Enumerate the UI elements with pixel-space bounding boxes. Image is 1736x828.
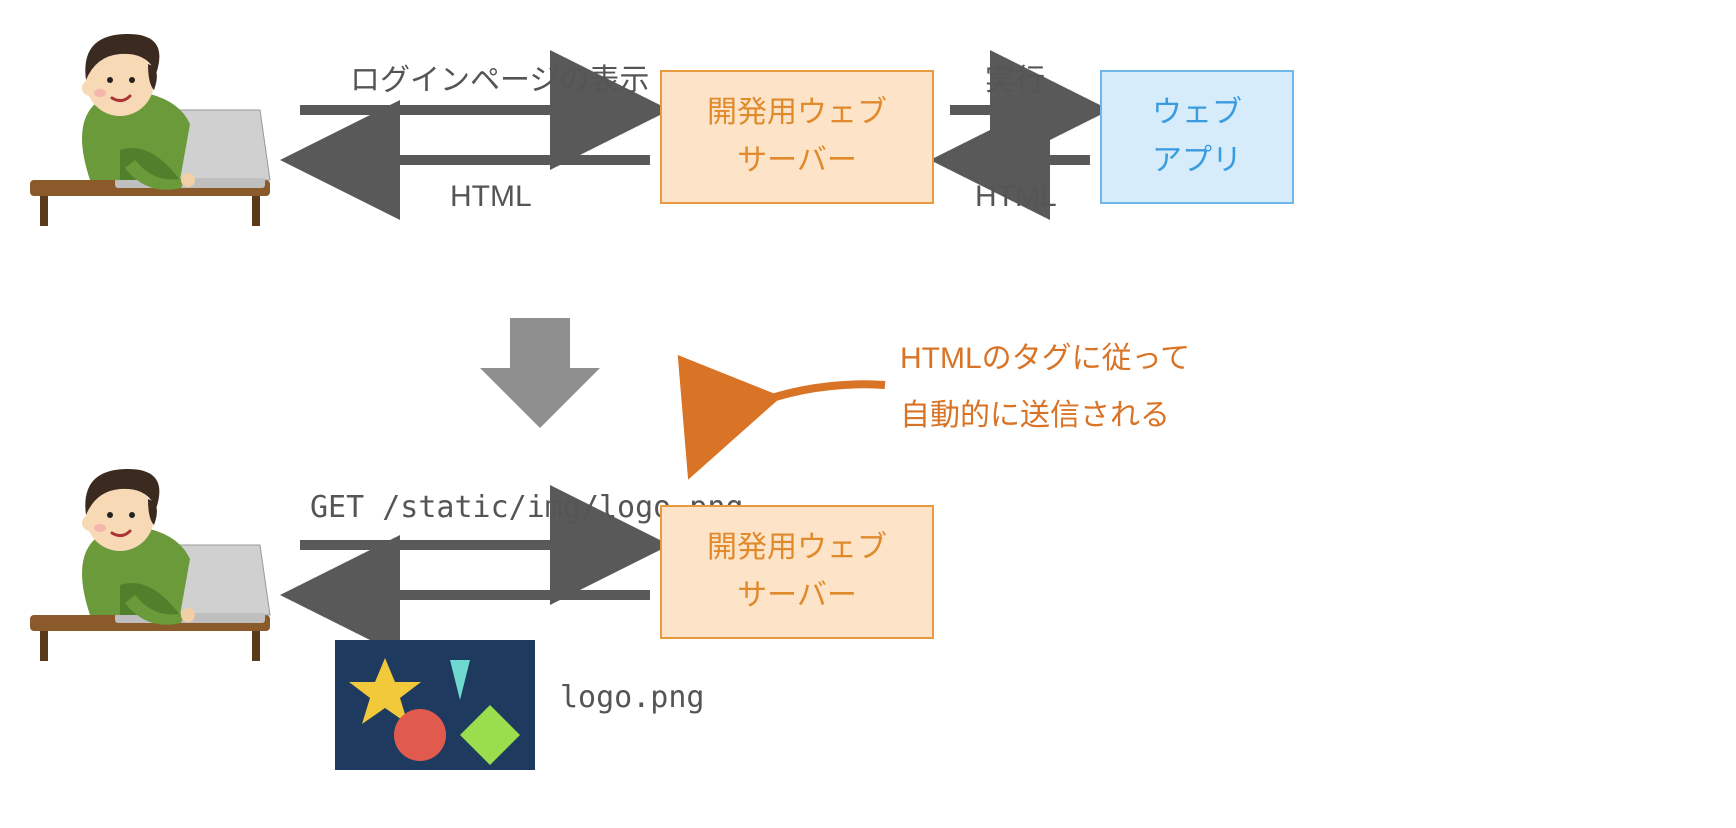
dev-web-server-box-2: 開発用ウェブ サーバー [660, 505, 934, 639]
diagram-root: ログインページの表示 HTML 開発用ウェブ サーバー 実行 HTML ウェブ … [0, 0, 1736, 828]
user-icon [30, 469, 270, 661]
note-line-2: 自動的に送信される [900, 387, 1190, 444]
file-label: logo.png [560, 680, 705, 715]
exec-label: 実行 [985, 55, 1045, 99]
response-label: HTML [450, 180, 532, 214]
logo-image-icon [335, 640, 535, 770]
web-app-box: ウェブ アプリ [1100, 70, 1294, 204]
step-arrow-icon [480, 318, 600, 428]
note-line-1: HTMLのタグに従って [900, 330, 1190, 387]
dev-web-server-box: 開発用ウェブ サーバー [660, 70, 934, 204]
user-icon [30, 34, 270, 226]
exec-response-label: HTML [975, 180, 1057, 214]
note-text: HTMLのタグに従って 自動的に送信される [900, 330, 1190, 444]
request-label: ログインページの表示 [350, 55, 649, 99]
